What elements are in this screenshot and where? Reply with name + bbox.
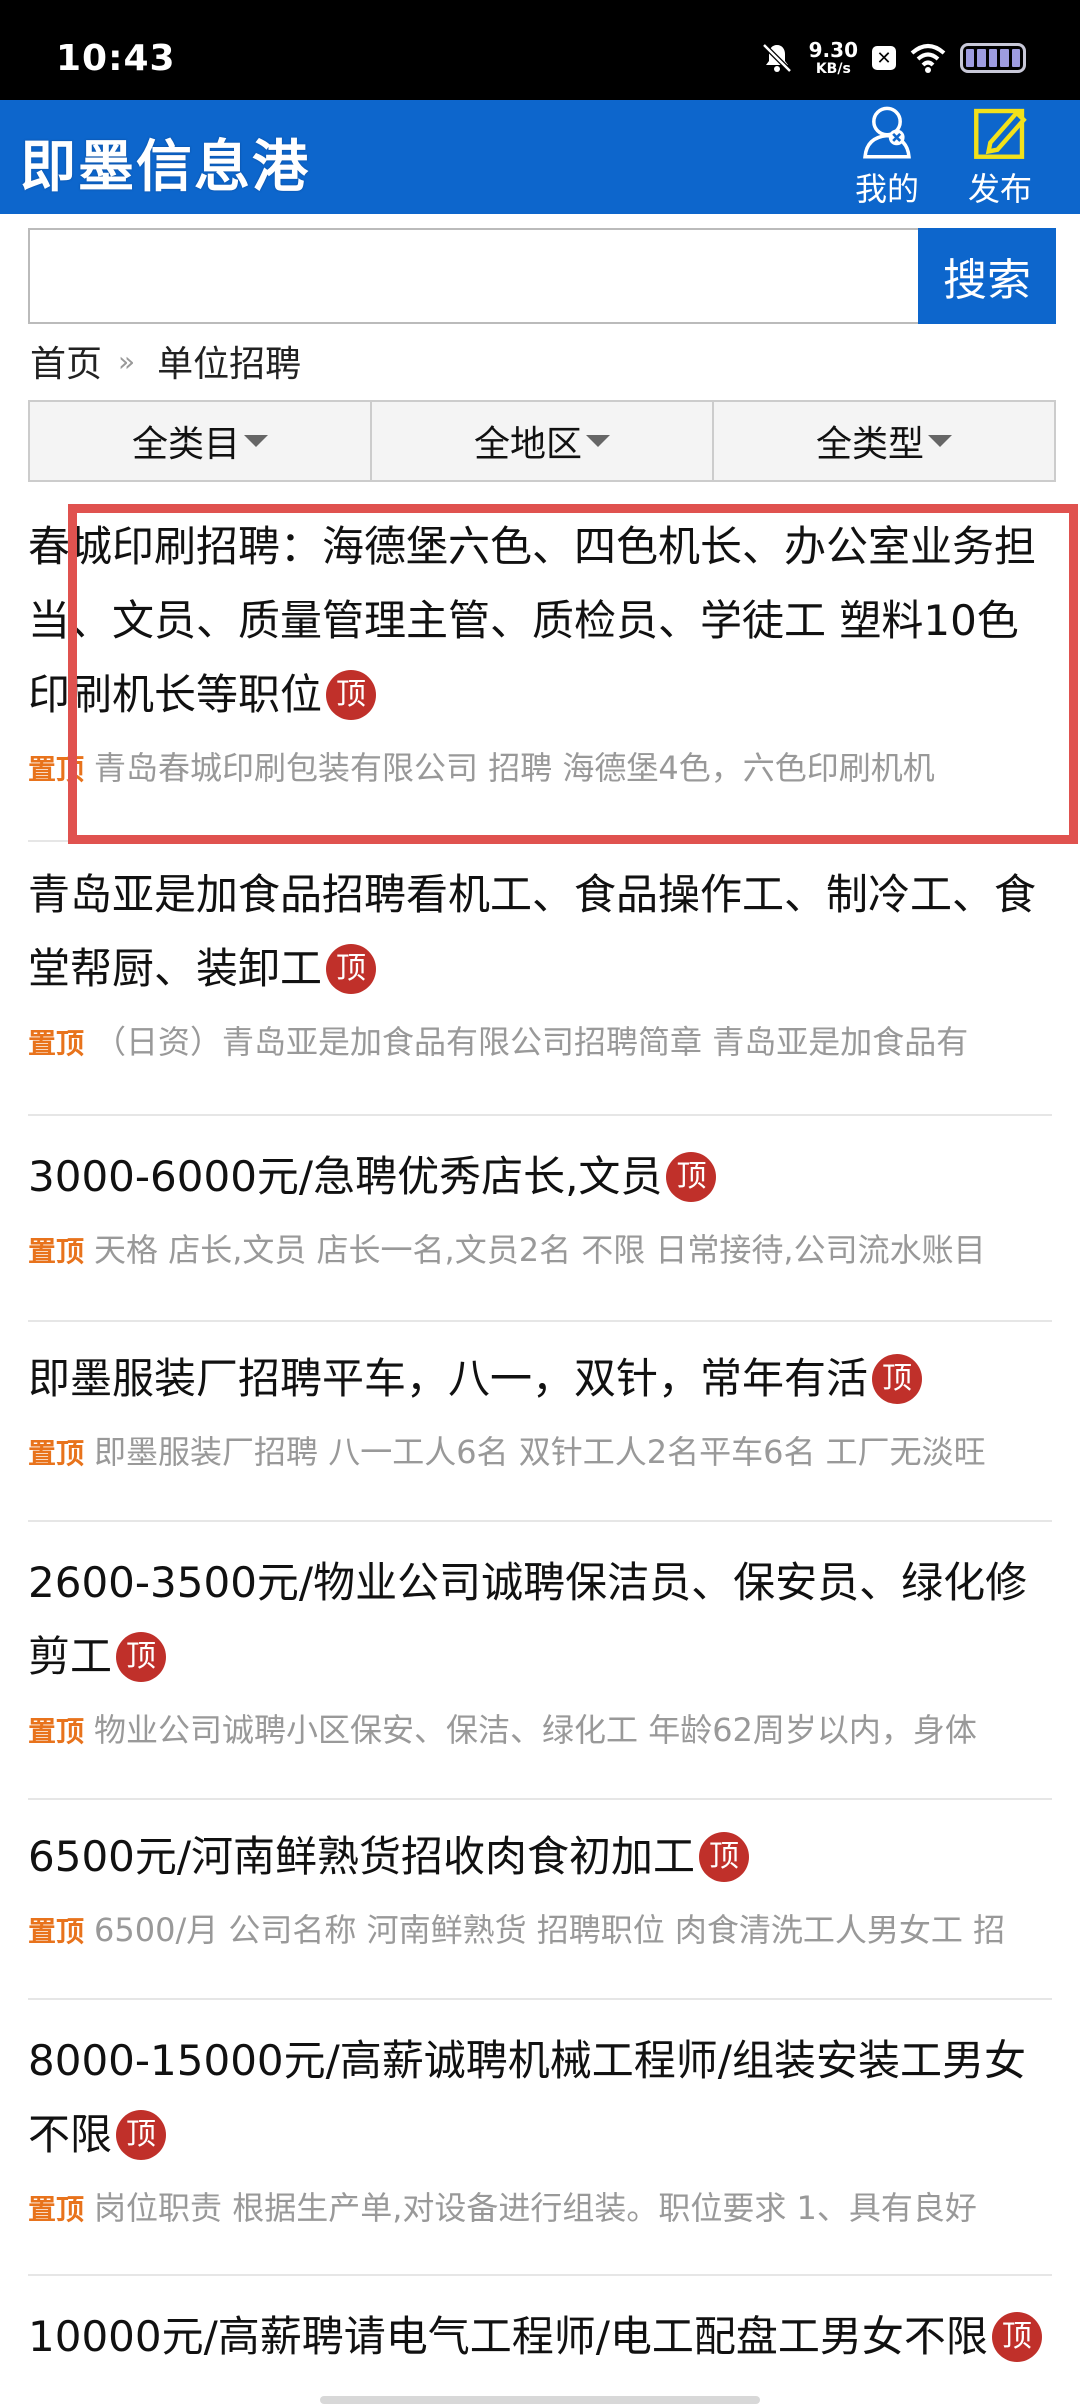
list-item[interactable]: 10000元/高薪聘请电气工程师/电工配盘工男女不限顶 (28, 2300, 1052, 2408)
status-bar: 10:43 9.30 KB/s ✕ (0, 0, 1080, 100)
breadcrumb: 首页 » 单位招聘 (30, 336, 301, 386)
pin-label: 置顶 (28, 1715, 85, 1748)
post-summary-text: 岗位职责 根据生产单,对设备进行组装。职位要求 1、具有良好 (94, 2189, 977, 2227)
post-title[interactable]: 8000-15000元/高薪诚聘机械工程师/组装安装工男女不限顶 (28, 2024, 1052, 2172)
post-title-text: 青岛亚是加食品招聘看机工、食品操作工、制冷工、食堂帮厨、装卸工 (28, 870, 1037, 993)
network-speed-value: 9.30 (808, 38, 858, 62)
home-indicator[interactable] (320, 2396, 760, 2404)
post-summary: 置顶 即墨服装厂招聘 八一工人6名 双针工人2名平车6名 工厂无淡旺 (28, 1430, 1052, 1476)
list-item[interactable]: 3000-6000元/急聘优秀店长,文员顶 置顶 天格 店长,文员 店长一名,文员… (28, 1140, 1052, 1322)
app-logo[interactable]: 即墨信息港 (20, 122, 310, 203)
top-badge: 顶 (699, 1831, 750, 1882)
post-title-text: 2600-3500元/物业公司诚聘保洁员、保安员、绿化修剪工 (28, 1558, 1028, 1681)
search-input[interactable] (28, 228, 918, 324)
caret-down-icon (586, 435, 610, 447)
filter-region[interactable]: 全地区 (372, 402, 714, 480)
filter-category[interactable]: 全类目 (30, 402, 372, 480)
post-summary: 置顶 岗位职责 根据生产单,对设备进行组装。职位要求 1、具有良好 (28, 2186, 1052, 2232)
top-badge: 顶 (326, 669, 377, 720)
post-title[interactable]: 6500元/河南鲜熟货招收肉食初加工顶 (28, 1820, 1052, 1894)
filter-category-label: 全类目 (131, 424, 240, 465)
top-badge: 顶 (116, 1631, 167, 1682)
post-title[interactable]: 2600-3500元/物业公司诚聘保洁员、保安员、绿化修剪工顶 (28, 1546, 1052, 1694)
post-title[interactable]: 春城印刷招聘：海德堡六色、四色机长、办公室业务担当、文员、质量管理主管、质检员、… (28, 510, 1052, 732)
pin-label: 置顶 (28, 1027, 85, 1060)
breadcrumb-current[interactable]: 单位招聘 (157, 335, 301, 387)
filter-type[interactable]: 全类型 (714, 402, 1054, 480)
status-time: 10:43 (56, 38, 176, 79)
pin-label: 置顶 (28, 1235, 85, 1268)
top-badge: 顶 (666, 1151, 717, 1202)
breadcrumb-separator: » (118, 344, 136, 378)
filter-type-label: 全类型 (815, 424, 924, 465)
post-title-text: 8000-15000元/高薪诚聘机械工程师/组装安装工男女不限 (28, 2036, 1026, 2159)
list-item[interactable]: 8000-15000元/高薪诚聘机械工程师/组装安装工男女不限顶 置顶 岗位职责 … (28, 2024, 1052, 2276)
post-summary-text: （日资）青岛亚是加食品有限公司招聘简章 青岛亚是加食品有 (94, 1023, 969, 1061)
post-summary-text: 6500/月 公司名称 河南鲜熟货 招聘职位 肉食清洗工人男女工 招 (94, 1911, 1006, 1949)
filter-region-label: 全地区 (473, 424, 582, 465)
publish-label: 发布 (967, 170, 1032, 208)
app-header: 即墨信息港 我的 发布 (0, 100, 1080, 214)
breadcrumb-home[interactable]: 首页 (30, 335, 102, 387)
post-summary-text: 青岛春城印刷包装有限公司 招聘 海德堡4色，六色印刷机机 (94, 749, 935, 787)
post-summary-text: 即墨服装厂招聘 八一工人6名 双针工人2名平车6名 工厂无淡旺 (94, 1433, 986, 1471)
post-title-text: 10000元/高薪聘请电气工程师/电工配盘工男女不限 (28, 2312, 988, 2361)
search-button[interactable]: 搜索 (918, 228, 1056, 324)
top-badge: 顶 (326, 943, 377, 994)
caret-down-icon (244, 435, 268, 447)
post-title-text: 即墨服装厂招聘平车，八一，双针，常年有活 (28, 1354, 869, 1403)
caret-down-icon (928, 435, 952, 447)
list-item[interactable]: 即墨服装厂招聘平车，八一，双针，常年有活顶 置顶 即墨服装厂招聘 八一工人6名 双… (28, 1342, 1052, 1522)
post-summary: 置顶 物业公司诚聘小区保安、保洁、绿化工 年龄62周岁以内，身体 (28, 1708, 1052, 1754)
pin-label: 置顶 (28, 1915, 85, 1948)
x-app-icon: ✕ (872, 46, 896, 70)
list-item[interactable]: 春城印刷招聘：海德堡六色、四色机长、办公室业务担当、文员、质量管理主管、质检员、… (28, 510, 1052, 842)
post-summary: 置顶 6500/月 公司名称 河南鲜熟货 招聘职位 肉食清洗工人男女工 招 (28, 1908, 1052, 1954)
post-title-text: 6500元/河南鲜熟货招收肉食初加工 (28, 1832, 696, 1881)
post-title[interactable]: 10000元/高薪聘请电气工程师/电工配盘工男女不限顶 (28, 2300, 1052, 2374)
status-icons: 9.30 KB/s ✕ (759, 40, 1026, 76)
battery-icon (960, 43, 1026, 73)
post-title-text: 春城印刷招聘：海德堡六色、四色机长、办公室业务担当、文员、质量管理主管、质检员、… (28, 522, 1037, 719)
list-item[interactable]: 6500元/河南鲜熟货招收肉食初加工顶 置顶 6500/月 公司名称 河南鲜熟货 … (28, 1820, 1052, 2000)
post-title-text: 3000-6000元/急聘优秀店长,文员 (28, 1152, 663, 1201)
post-title[interactable]: 青岛亚是加食品招聘看机工、食品操作工、制冷工、食堂帮厨、装卸工顶 (28, 858, 1052, 1006)
pin-label: 置顶 (28, 1437, 85, 1470)
mine-button[interactable]: 我的 (842, 104, 932, 210)
search-bar: 搜索 (28, 228, 1056, 324)
edit-icon (974, 108, 1027, 159)
top-badge: 顶 (991, 2311, 1042, 2362)
mine-label: 我的 (854, 170, 919, 208)
bell-muted-icon (761, 43, 792, 73)
top-badge: 顶 (872, 1353, 923, 1404)
network-speed: 9.30 KB/s (809, 40, 858, 76)
list-item[interactable]: 2600-3500元/物业公司诚聘保洁员、保安员、绿化修剪工顶 置顶 物业公司诚聘… (28, 1546, 1052, 1800)
user-icon (863, 106, 911, 159)
post-summary-text: 物业公司诚聘小区保安、保洁、绿化工 年龄62周岁以内，身体 (94, 1711, 977, 1749)
post-summary: 置顶 青岛春城印刷包装有限公司 招聘 海德堡4色，六色印刷机机 (28, 746, 1052, 792)
pin-label: 置顶 (28, 2193, 85, 2226)
publish-button[interactable]: 发布 (955, 104, 1045, 210)
list-item[interactable]: 青岛亚是加食品招聘看机工、食品操作工、制冷工、食堂帮厨、装卸工顶 置顶 （日资）青… (28, 858, 1052, 1116)
post-title[interactable]: 即墨服装厂招聘平车，八一，双针，常年有活顶 (28, 1342, 1052, 1416)
post-summary: 置顶 天格 店长,文员 店长一名,文员2名 不限 日常接待,公司流水账目 (28, 1228, 1052, 1274)
top-badge: 顶 (116, 2109, 167, 2160)
post-summary-text: 天格 店长,文员 店长一名,文员2名 不限 日常接待,公司流水账目 (94, 1231, 986, 1269)
wifi-icon (910, 44, 946, 73)
pin-label: 置顶 (28, 753, 85, 786)
network-speed-unit: KB/s (815, 61, 851, 77)
filter-bar: 全类目 全地区 全类型 (28, 400, 1056, 482)
post-summary: 置顶 （日资）青岛亚是加食品有限公司招聘简章 青岛亚是加食品有 (28, 1020, 1052, 1066)
post-title[interactable]: 3000-6000元/急聘优秀店长,文员顶 (28, 1140, 1052, 1214)
